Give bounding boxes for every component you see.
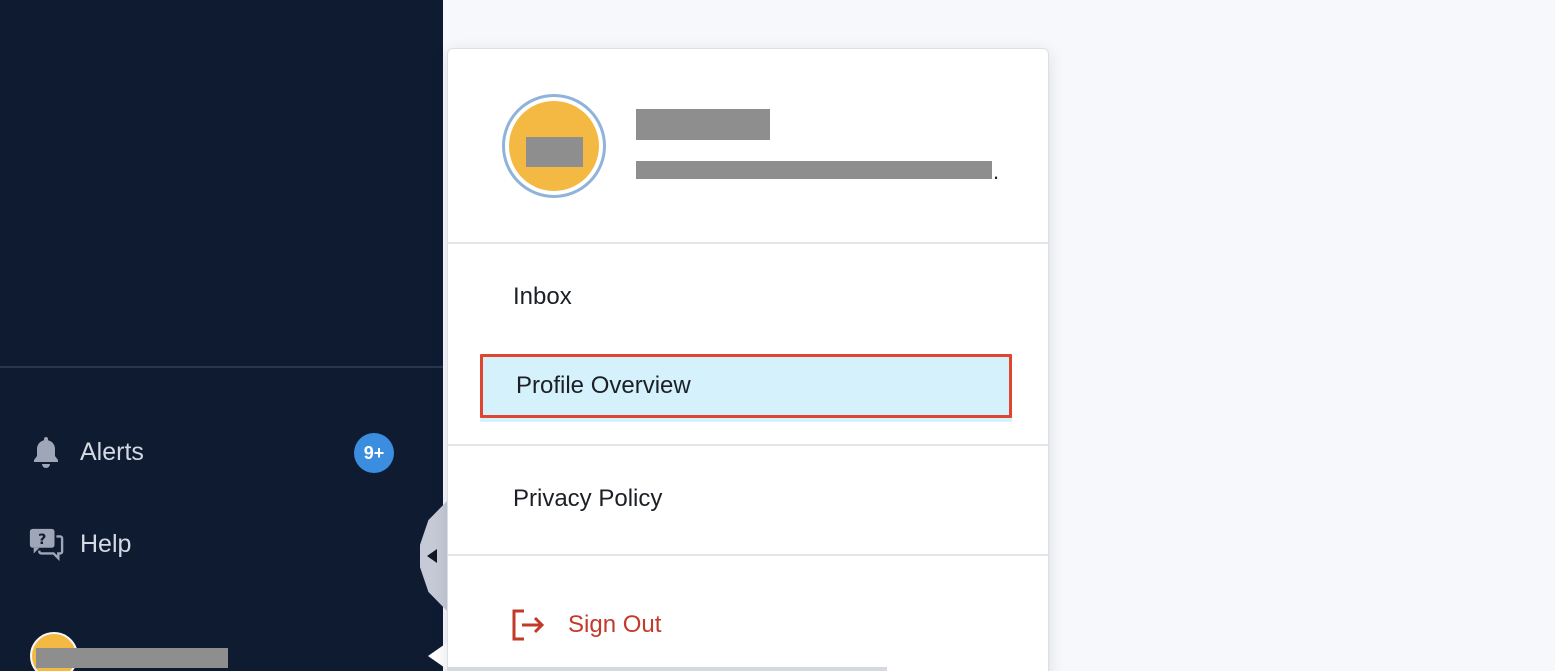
menu-item-profile-overview[interactable]: Profile Overview — [480, 354, 1012, 418]
caret-left-icon — [427, 549, 437, 563]
menu-divider — [448, 554, 1048, 556]
redacted-profile-email — [636, 161, 992, 179]
sidebar-item-help[interactable]: ? Help — [28, 522, 398, 566]
menu-item-privacy-policy[interactable]: Privacy Policy — [480, 467, 1012, 531]
bell-icon — [28, 434, 64, 470]
menu-item-label: Sign Out — [568, 611, 662, 638]
redacted-initials — [526, 137, 583, 167]
sidebar-divider — [0, 366, 443, 368]
menu-item-label: Profile Overview — [516, 372, 691, 399]
menu-item-label: Inbox — [513, 283, 572, 310]
popover-arrow — [428, 642, 448, 670]
redacted-user-name — [36, 648, 228, 668]
sidebar-item-alerts[interactable]: Alerts 9+ — [28, 430, 398, 474]
email-trailing-dot: . — [993, 159, 1000, 184]
svg-text:?: ? — [38, 532, 46, 548]
alerts-count-badge: 9+ — [354, 433, 394, 473]
menu-divider — [448, 444, 1048, 446]
avatar-circle — [509, 101, 599, 191]
sidebar: Alerts 9+ ? Help — [0, 0, 443, 671]
help-chat-icon: ? — [28, 526, 64, 562]
redacted-profile-name — [636, 109, 770, 140]
menu-item-inbox[interactable]: Inbox — [480, 265, 1012, 329]
profile-avatar — [502, 94, 606, 198]
sidebar-user-menu[interactable] — [30, 632, 228, 671]
menu-item-sign-out[interactable]: Sign Out — [480, 593, 1012, 657]
sign-out-icon — [510, 607, 546, 643]
profile-menu-popover: . Inbox Profile Overview Privacy Policy … — [447, 48, 1049, 671]
app-root: Alerts 9+ ? Help . Inbox Profile Overvie… — [0, 0, 1555, 671]
menu-divider — [448, 242, 1048, 244]
bottom-edge-strip — [447, 667, 887, 671]
sidebar-item-label: Alerts — [80, 437, 144, 466]
sidebar-item-label: Help — [80, 529, 132, 558]
menu-item-label: Privacy Policy — [513, 485, 663, 512]
